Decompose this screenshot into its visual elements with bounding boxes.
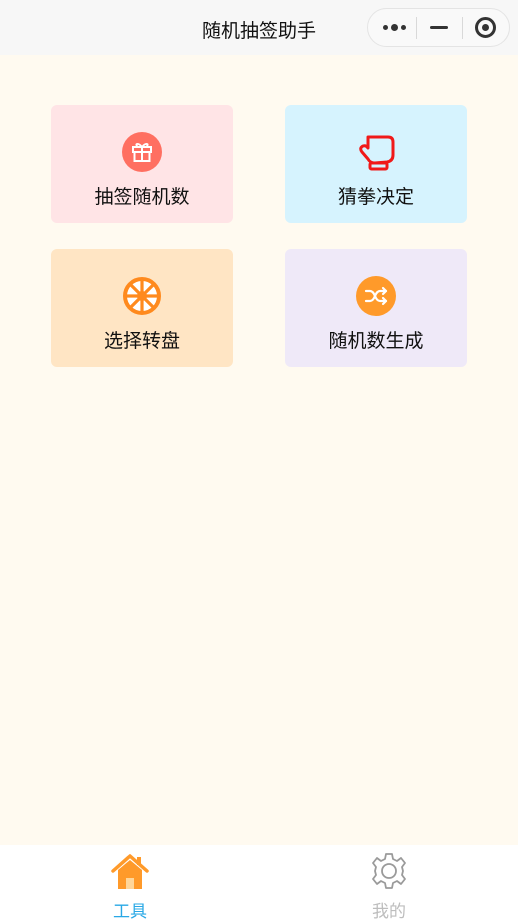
card-label: 抽签随机数 <box>94 186 190 208</box>
more-button[interactable] <box>372 9 418 46</box>
card-rock-paper-scissors[interactable]: 猜拳决定 <box>285 105 467 223</box>
minimize-button[interactable] <box>417 9 463 46</box>
gear-icon <box>369 851 409 891</box>
tab-mine[interactable]: 我的 <box>329 845 449 920</box>
more-dot-icon <box>391 24 398 31</box>
more-dot-icon <box>401 25 406 30</box>
card-label: 选择转盘 <box>103 330 180 352</box>
card-random-number[interactable]: 随机数生成 <box>285 249 467 367</box>
card-draw-lots[interactable]: 抽签随机数 <box>51 105 233 223</box>
close-button[interactable] <box>463 9 509 46</box>
navigation-bar: 随机抽签助手 <box>0 0 518 55</box>
more-dot-icon <box>383 25 388 30</box>
tab-tools[interactable]: 工具 <box>70 845 190 920</box>
tab-bar: 工具 我的 <box>0 845 518 920</box>
gift-icon <box>121 131 163 173</box>
shuffle-icon <box>355 275 397 317</box>
target-icon <box>475 17 496 38</box>
tab-label: 工具 <box>113 902 147 920</box>
card-spin-wheel[interactable]: 选择转盘 <box>51 249 233 367</box>
card-label: 随机数生成 <box>328 330 424 352</box>
wheel-icon <box>121 275 163 317</box>
tab-label: 我的 <box>372 902 406 920</box>
boxing-glove-icon <box>355 131 397 173</box>
card-label: 猜拳决定 <box>337 186 414 208</box>
home-icon <box>110 851 150 891</box>
capsule-menu <box>367 8 510 47</box>
